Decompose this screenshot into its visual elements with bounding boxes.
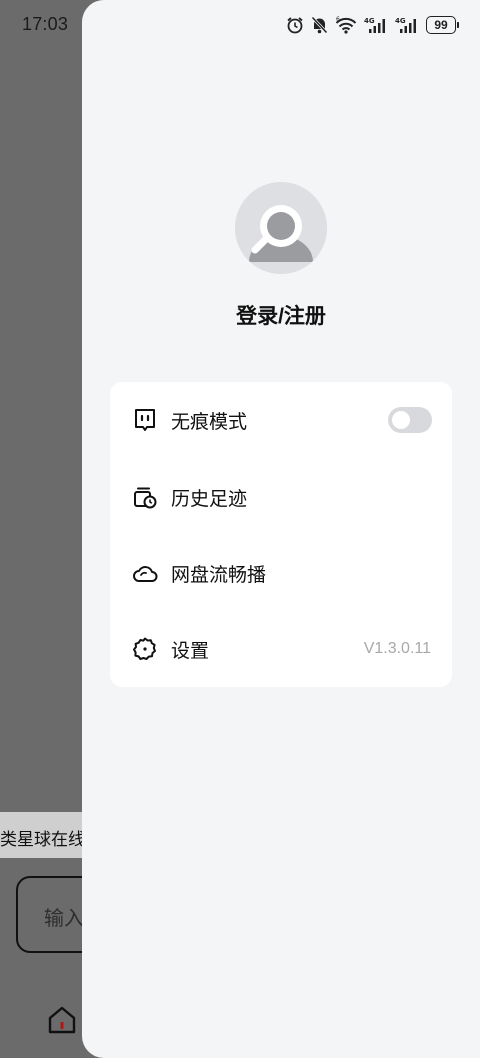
signal-4g-icon: 4G — [395, 17, 416, 33]
menu-item-settings[interactable]: 设置 V1.3.0.11 — [110, 619, 452, 679]
menu-item-label: 无痕模式 — [171, 411, 248, 433]
battery-icon: 99 — [426, 16, 459, 34]
wifi-icon: 6 — [335, 16, 357, 34]
login-register-link[interactable]: 登录/注册 — [82, 300, 480, 330]
menu-item-history[interactable]: 历史足迹 — [110, 467, 452, 527]
svg-text:6: 6 — [336, 16, 340, 23]
avatar[interactable] — [235, 182, 327, 274]
gear-icon — [133, 637, 156, 660]
toggle-knob — [392, 411, 410, 429]
menu-item-label: 网盘流畅播 — [171, 564, 267, 586]
status-icons: 6 4G 4G 99 — [286, 14, 459, 36]
incognito-face-icon — [135, 409, 155, 431]
mute-bell-icon — [311, 16, 328, 34]
signal-4g-icon: 4G — [364, 17, 385, 33]
background-input-placeholder: 输入 — [44, 908, 84, 930]
menu-item-incognito[interactable]: 无痕模式 — [110, 390, 452, 450]
incognito-toggle[interactable] — [388, 407, 432, 433]
version-label: V1.3.0.11 — [363, 640, 431, 657]
menu-item-cloud-play[interactable]: 网盘流畅播 — [110, 543, 452, 603]
menu-card: 无痕模式 历史足迹 网盘流畅播 设置 V1.3.0.11 — [110, 382, 452, 687]
user-avatar-icon — [235, 182, 327, 274]
history-clock-icon — [134, 487, 157, 509]
home-icon — [48, 1006, 76, 1034]
menu-item-label: 设置 — [171, 640, 210, 662]
svg-text:4G: 4G — [364, 17, 375, 25]
side-drawer: 6 4G 4G 99 登录/注册 无痕模式 历史足迹 网盘流畅播 设置 V1.3… — [82, 0, 480, 1058]
svg-text:4G: 4G — [395, 17, 406, 25]
status-time: 17:03 — [22, 14, 69, 34]
alarm-icon — [287, 17, 303, 34]
menu-item-label: 历史足迹 — [171, 488, 248, 510]
cloud-icon — [133, 566, 158, 582]
